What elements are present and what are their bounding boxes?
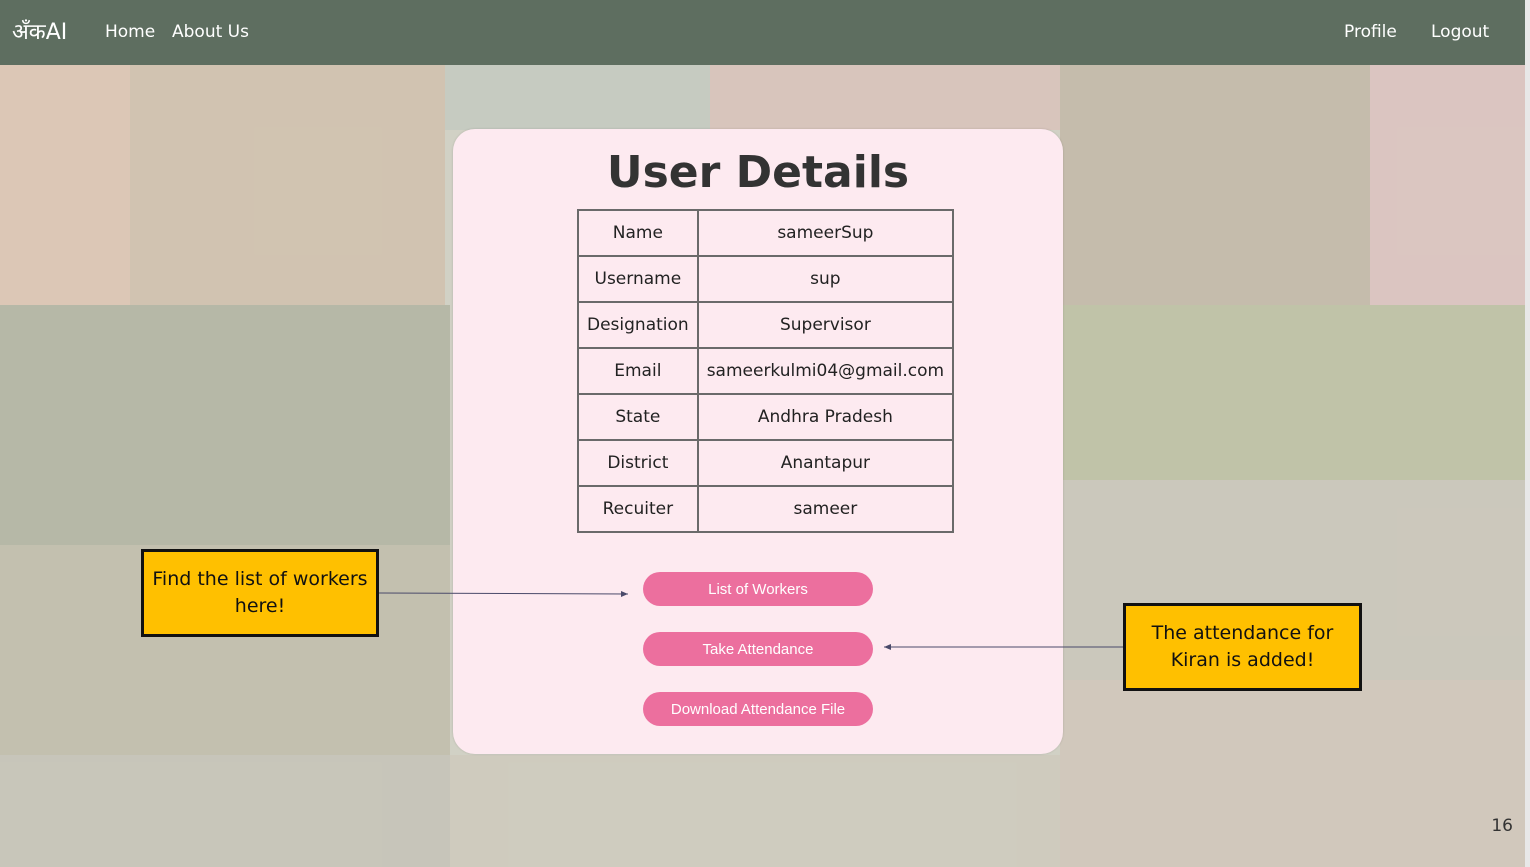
row-value: Supervisor: [696, 301, 955, 349]
table-row: Name sameerSup: [577, 209, 955, 257]
callout-left-text: Find the list of workers here!: [152, 568, 368, 617]
row-label: Name: [577, 209, 699, 257]
row-label: Designation: [577, 301, 699, 349]
user-details-table: Name sameerSup Username sup Designation …: [577, 209, 955, 533]
row-label: State: [577, 393, 699, 441]
list-of-workers-button[interactable]: List of Workers: [643, 572, 873, 606]
nav-about-us[interactable]: About Us: [172, 22, 249, 42]
take-attendance-button[interactable]: Take Attendance: [643, 632, 873, 666]
brand-logo[interactable]: अँकAI: [12, 16, 67, 46]
table-row: Email sameerkulmi04@gmail.com: [577, 347, 955, 395]
page-title: User Details: [606, 147, 910, 198]
row-value: Andhra Pradesh: [696, 393, 955, 441]
table-row: State Andhra Pradesh: [577, 393, 955, 441]
row-label: Username: [577, 255, 699, 303]
download-attendance-file-button[interactable]: Download Attendance File: [643, 692, 873, 726]
callout-right-text: The attendance for Kiran is added!: [1151, 622, 1334, 671]
user-details-card: User Details Name sameerSup Username sup…: [453, 129, 1063, 754]
callout-attendance-added: The attendance for Kiran is added!: [1123, 603, 1362, 691]
table-row: District Anantapur: [577, 439, 955, 487]
table-row: Username sup: [577, 255, 955, 303]
row-value: sameerSup: [696, 209, 955, 257]
row-value: Anantapur: [696, 439, 955, 487]
table-row: Designation Supervisor: [577, 301, 955, 349]
row-value: sameerkulmi04@gmail.com: [696, 347, 955, 395]
row-value: sup: [696, 255, 955, 303]
callout-list-of-workers: Find the list of workers here!: [141, 549, 379, 637]
row-label: Recuiter: [577, 485, 699, 533]
nav-home[interactable]: Home: [105, 22, 155, 42]
top-navbar: अँकAI Home About Us Profile Logout: [0, 0, 1525, 65]
table-row: Recuiter sameer: [577, 485, 955, 533]
row-label: District: [577, 439, 699, 487]
row-value: sameer: [696, 485, 955, 533]
nav-profile[interactable]: Profile: [1344, 22, 1397, 42]
nav-logout[interactable]: Logout: [1431, 22, 1489, 42]
row-label: Email: [577, 347, 699, 395]
scrollbar[interactable]: [1525, 0, 1530, 867]
slide-number: 16: [1491, 816, 1513, 836]
